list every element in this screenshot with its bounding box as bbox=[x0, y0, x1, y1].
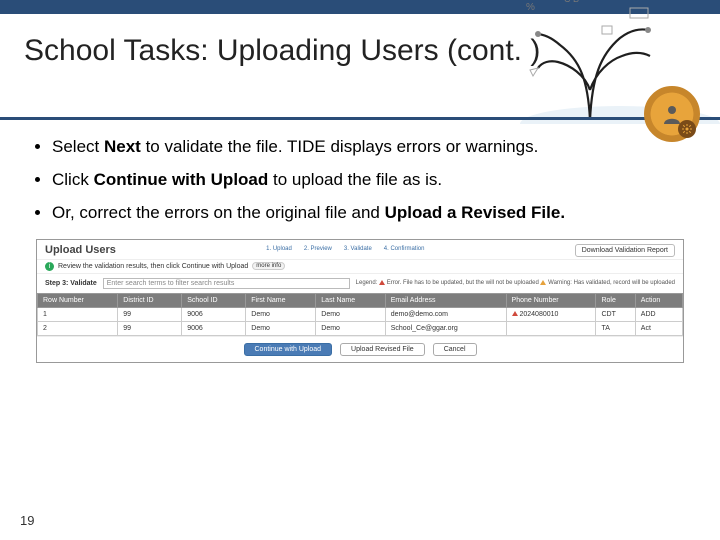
error-triangle-icon bbox=[379, 280, 385, 285]
cell: Demo bbox=[316, 307, 385, 321]
legend-warning-text: Warning: Has validated, record will be u… bbox=[548, 280, 675, 286]
col-last-name: Last Name bbox=[316, 293, 385, 307]
gear-icon bbox=[678, 120, 696, 138]
cell: TA bbox=[596, 321, 635, 335]
page-number: 19 bbox=[20, 513, 34, 528]
legend-error-text: Error. File has to be updated, but the w… bbox=[387, 280, 539, 286]
cell: 99 bbox=[118, 307, 182, 321]
cell-phone-error: 2024080010 bbox=[506, 307, 596, 321]
table-row: 1 99 9006 Demo Demo demo@demo.com 202408… bbox=[38, 307, 683, 321]
cell: CDT bbox=[596, 307, 635, 321]
col-role: Role bbox=[596, 293, 635, 307]
upload-revised-file-button[interactable]: Upload Revised File bbox=[340, 343, 425, 356]
col-phone: Phone Number bbox=[506, 293, 596, 307]
step-validate[interactable]: 3. Validate bbox=[341, 246, 375, 252]
step-upload[interactable]: 1. Upload bbox=[263, 246, 295, 252]
bullet-text: Or, correct the errors on the original f… bbox=[52, 203, 385, 222]
action-buttons: Continue with Upload Upload Revised File… bbox=[37, 336, 683, 362]
col-email: Email Address bbox=[385, 293, 506, 307]
info-icon: i bbox=[45, 262, 54, 271]
cell: 1 bbox=[38, 307, 118, 321]
bullet-bold: Upload a Revised File. bbox=[385, 203, 565, 222]
continue-with-upload-button[interactable]: Continue with Upload bbox=[244, 343, 333, 356]
warning-triangle-icon bbox=[540, 280, 546, 285]
download-validation-report-button[interactable]: Download Validation Report bbox=[575, 244, 675, 257]
cancel-button[interactable]: Cancel bbox=[433, 343, 477, 356]
step-confirmation[interactable]: 4. Confirmation bbox=[381, 246, 428, 252]
bullet-text: to upload the file as is. bbox=[268, 170, 442, 189]
cell: Demo bbox=[246, 321, 316, 335]
cell: Demo bbox=[246, 307, 316, 321]
bullet-bold: Continue with Upload bbox=[94, 170, 269, 189]
legend-label: Legend: bbox=[356, 280, 378, 286]
col-first-name: First Name bbox=[246, 293, 316, 307]
cell: demo@demo.com bbox=[385, 307, 506, 321]
cell: Demo bbox=[316, 321, 385, 335]
panel-title: Upload Users bbox=[45, 244, 116, 256]
col-row-number: Row Number bbox=[38, 293, 118, 307]
col-action: Action bbox=[635, 293, 682, 307]
bullet-item: Select Next to validate the file. TIDE d… bbox=[52, 136, 676, 159]
table-row: 2 99 9006 Demo Demo School_Ce@ggar.org T… bbox=[38, 321, 683, 335]
cell: 9006 bbox=[182, 321, 246, 335]
bullet-item: Click Continue with Upload to upload the… bbox=[52, 169, 676, 192]
more-info-pill[interactable]: more info bbox=[252, 262, 285, 270]
header-rule bbox=[0, 117, 720, 120]
cell: 9006 bbox=[182, 307, 246, 321]
col-school-id: School ID bbox=[182, 293, 246, 307]
col-district-id: District ID bbox=[118, 293, 182, 307]
review-instruction: i Review the validation results, then cl… bbox=[37, 259, 683, 273]
filter-input[interactable]: Enter search terms to filter search resu… bbox=[103, 278, 350, 289]
header-top-bar bbox=[0, 0, 720, 14]
bullet-list: Select Next to validate the file. TIDE d… bbox=[24, 136, 676, 225]
validation-table: Row Number District ID School ID First N… bbox=[37, 293, 683, 336]
cell: 2 bbox=[38, 321, 118, 335]
bullet-text: Click bbox=[52, 170, 94, 189]
bullet-text: to validate the file. TIDE displays erro… bbox=[141, 137, 538, 156]
bullet-text: Select bbox=[52, 137, 104, 156]
upload-users-screenshot: Upload Users 1. Upload 2. Preview 3. Val… bbox=[36, 239, 684, 363]
cell: ADD bbox=[635, 307, 682, 321]
bullet-bold: Next bbox=[104, 137, 141, 156]
cell: School_Ce@ggar.org bbox=[385, 321, 506, 335]
page-title: School Tasks: Uploading Users (cont. ) bbox=[24, 34, 696, 67]
cell: 99 bbox=[118, 321, 182, 335]
bullet-item: Or, correct the errors on the original f… bbox=[52, 202, 676, 225]
slide-header: % C B School Tasks: Uploading Users (con… bbox=[0, 0, 720, 120]
user-settings-badge-icon bbox=[644, 86, 700, 142]
cell: Act bbox=[635, 321, 682, 335]
legend: Legend: Error. File has to be updated, b… bbox=[356, 280, 675, 286]
step-label: Step 3: Validate bbox=[45, 280, 97, 287]
error-triangle-icon bbox=[512, 311, 518, 316]
step-preview[interactable]: 2. Preview bbox=[301, 246, 335, 252]
cell bbox=[506, 321, 596, 335]
phone-value: 2024080010 bbox=[519, 311, 558, 318]
wizard-stepper: 1. Upload 2. Preview 3. Validate 4. Conf… bbox=[263, 246, 427, 252]
review-text: Review the validation results, then clic… bbox=[58, 263, 248, 270]
